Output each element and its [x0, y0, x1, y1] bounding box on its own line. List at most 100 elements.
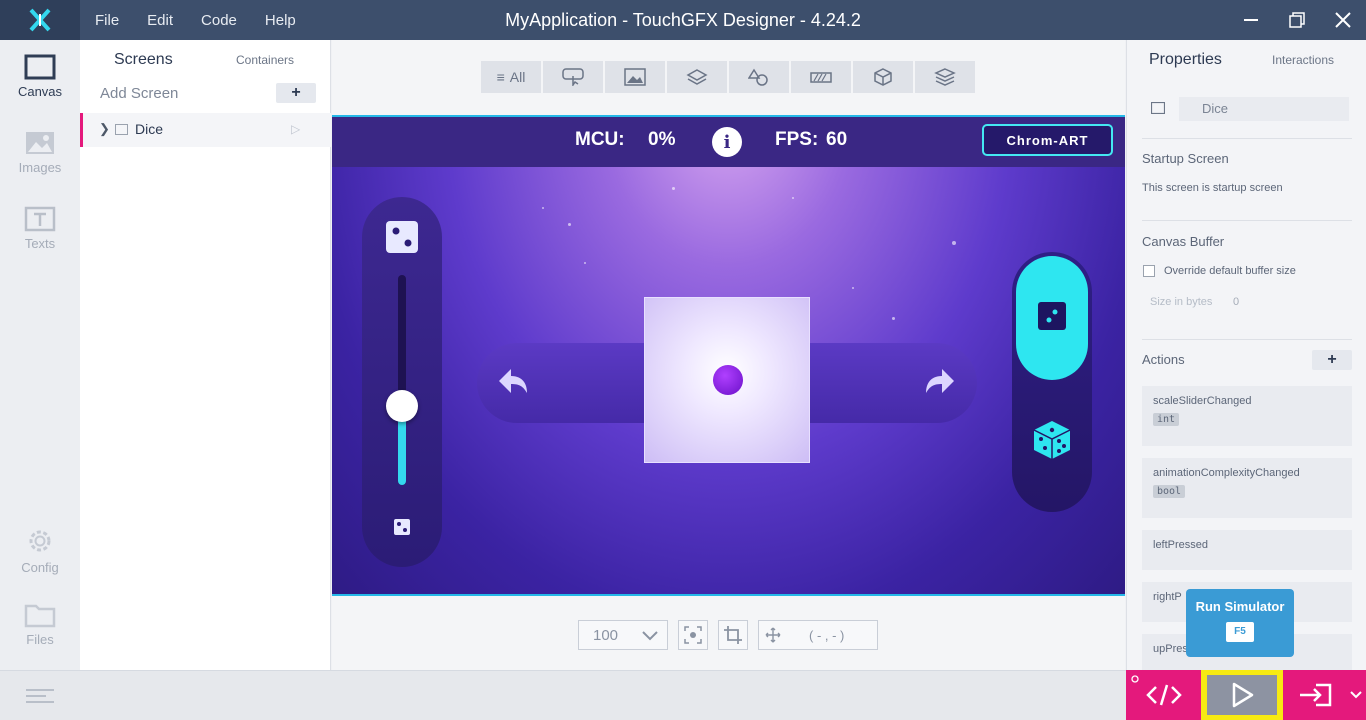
crop-icon — [724, 626, 742, 644]
screen-icon — [1151, 102, 1165, 114]
right-arrow-icon[interactable] — [922, 365, 958, 401]
restore-button[interactable] — [1274, 0, 1320, 40]
texts-icon — [24, 206, 56, 232]
chrom-art-button[interactable]: Chrom-ART — [982, 124, 1113, 156]
images-icon — [26, 132, 54, 154]
coordinates-value: ( - , - ) — [809, 628, 845, 643]
tab-containers[interactable]: Containers — [236, 53, 294, 67]
export-icon — [1300, 683, 1332, 707]
widget-filter-containers[interactable] — [667, 61, 727, 93]
startup-screen-title: Startup Screen — [1142, 151, 1229, 166]
dice-3d-icon[interactable] — [1032, 419, 1072, 461]
widget-filter-shapes[interactable] — [729, 61, 789, 93]
action-type-tag: int — [1153, 413, 1180, 426]
menu-lines-icon[interactable] — [26, 689, 54, 703]
screen-name: Dice — [135, 121, 164, 137]
tab-interactions[interactable]: Interactions — [1272, 53, 1334, 67]
action-item[interactable]: scaleSliderChanged int — [1142, 386, 1352, 446]
layers-icon — [686, 69, 708, 85]
tooltip-shortcut: F5 — [1226, 622, 1254, 642]
left-rail: Canvas Images Texts Config Files — [0, 40, 80, 670]
crop-button[interactable] — [718, 620, 748, 650]
screens-panel: Screens Containers Add Screen + ❯ Dice ▷ — [80, 40, 331, 670]
size-in-bytes-value: 0 — [1233, 296, 1240, 308]
slider-knob[interactable] — [386, 390, 418, 422]
fit-screen-icon — [684, 626, 702, 644]
action-name: animationComplexityChanged — [1153, 467, 1300, 479]
widget-filter-buttons[interactable] — [543, 61, 603, 93]
button-click-icon — [562, 68, 584, 86]
mcu-label: MCU: — [575, 129, 625, 150]
scale-slider-panel — [362, 197, 442, 567]
zoom-select[interactable]: 100 — [578, 620, 668, 650]
widget-filter-3d[interactable] — [853, 61, 913, 93]
rail-images[interactable]: Images — [0, 116, 80, 186]
title-bar: File Edit Code Help MyApplication - Touc… — [0, 0, 1366, 40]
cube-icon — [874, 68, 892, 86]
restore-icon — [1289, 12, 1305, 28]
list-icon: ≡ — [496, 69, 505, 85]
screens-tabs: Screens Containers — [80, 40, 331, 80]
minimize-button[interactable] — [1228, 0, 1274, 40]
screen-name-field[interactable]: Dice — [1179, 97, 1349, 121]
screen-list-item[interactable]: ❯ Dice ▷ — [80, 113, 331, 147]
export-dropdown[interactable] — [1346, 670, 1366, 720]
rail-files[interactable]: Files — [0, 588, 80, 658]
run-simulator-button[interactable] — [1201, 670, 1283, 720]
complexity-toggle-panel — [1012, 252, 1092, 512]
action-name: leftPressed — [1153, 539, 1209, 551]
tooltip-title: Run Simulator — [1195, 599, 1285, 614]
dice-small-icon — [394, 519, 410, 535]
touchgfx-logo[interactable] — [0, 0, 80, 40]
widget-filter-stack[interactable] — [915, 61, 975, 93]
add-action-button[interactable]: + — [1312, 350, 1352, 370]
rail-canvas[interactable]: Canvas — [0, 40, 80, 110]
size-in-bytes-label: Size in bytes — [1150, 296, 1213, 308]
widget-filter-images[interactable] — [605, 61, 665, 93]
close-button[interactable] — [1320, 0, 1366, 40]
gear-icon — [29, 530, 51, 552]
code-icon — [1145, 684, 1182, 706]
run-simulator-inner[interactable] — [1207, 675, 1277, 715]
start-screen-icon: ▷ — [291, 122, 301, 136]
stack-icon — [934, 68, 956, 86]
chevron-down-icon — [1350, 691, 1362, 699]
info-icon[interactable]: i — [712, 127, 742, 157]
complexity-toggle[interactable] — [1016, 256, 1088, 380]
shapes-icon — [748, 68, 768, 86]
action-type-tag: bool — [1153, 485, 1186, 498]
run-simulator-tooltip: Run Simulator F5 — [1186, 589, 1294, 657]
bottom-bar — [0, 670, 1126, 720]
generate-code-button[interactable] — [1126, 670, 1201, 720]
menu-edit[interactable]: Edit — [147, 12, 173, 29]
chevron-down-icon — [642, 631, 658, 641]
image-icon — [624, 68, 646, 86]
rail-files-label: Files — [26, 632, 54, 647]
fit-screen-button[interactable] — [678, 620, 708, 650]
action-item[interactable]: animationComplexityChanged bool — [1142, 458, 1352, 518]
dice-face[interactable] — [644, 297, 810, 463]
rail-config-label: Config — [21, 560, 59, 575]
rail-config[interactable]: Config — [0, 512, 80, 582]
screen-preview[interactable]: MCU: 0% i FPS: 60 Chrom-ART — [332, 115, 1125, 596]
expand-chevron-icon[interactable]: ❯ — [99, 121, 110, 137]
add-screen-button[interactable]: + — [276, 83, 316, 103]
tab-properties[interactable]: Properties — [1149, 51, 1222, 69]
menu-file[interactable]: File — [95, 12, 119, 29]
action-item[interactable]: leftPressed — [1142, 530, 1352, 570]
rail-texts[interactable]: Texts — [0, 192, 80, 262]
left-arrow-icon[interactable] — [495, 365, 531, 401]
export-button[interactable] — [1286, 670, 1346, 720]
widget-filter-progress[interactable] — [791, 61, 851, 93]
tab-screens[interactable]: Screens — [114, 51, 173, 69]
override-buffer-checkbox[interactable] — [1143, 265, 1155, 277]
override-buffer-label: Override default buffer size — [1164, 265, 1296, 277]
coordinates-display: ( - , - ) — [758, 620, 878, 650]
widget-filter-all[interactable]: ≡ All — [481, 61, 541, 93]
menu-code[interactable]: Code — [201, 12, 237, 29]
screen-name-value: Dice — [1202, 101, 1229, 116]
menu-help[interactable]: Help — [265, 12, 296, 29]
move-icon — [765, 627, 781, 643]
logo-x-icon — [29, 8, 51, 32]
status-bar: MCU: 0% i FPS: 60 Chrom-ART — [332, 117, 1125, 167]
